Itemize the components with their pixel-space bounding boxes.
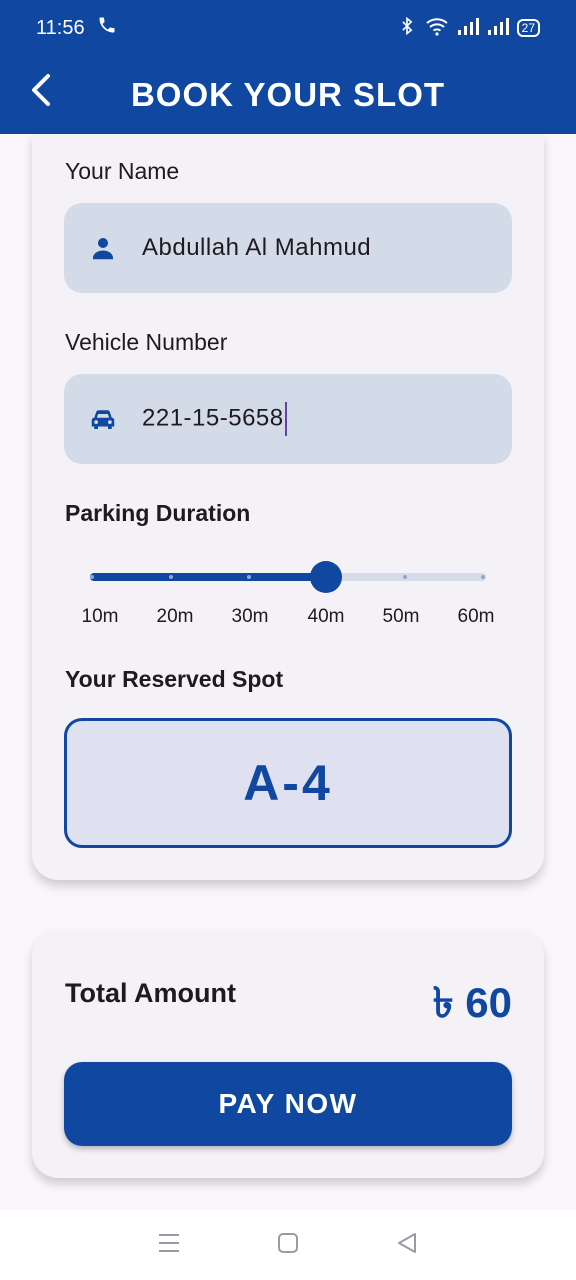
phone-icon [97,15,117,41]
duration-label: Parking Duration [65,500,251,526]
name-label: Your Name [65,158,180,184]
system-nav-bar [0,1210,576,1280]
vehicle-label: Vehicle Number [65,329,228,355]
status-time: 11:56 [36,16,85,39]
slider-tick [247,575,251,579]
duration-option-40m[interactable]: 40m [296,606,356,628]
pay-now-button[interactable]: PAY NOW [64,1062,512,1146]
status-bar: 11:56 27 [0,0,576,56]
signal-icon [487,17,509,40]
page-title: BOOK YOUR SLOT [130,76,446,113]
reserved-spot-label: Your Reserved Spot [65,666,284,692]
slider-tick [481,575,485,579]
status-left: 11:56 [36,15,117,41]
duration-option-30m[interactable]: 30m [220,606,280,628]
slider-thumb[interactable] [310,561,342,593]
menu-icon [157,1232,181,1259]
status-right: 27 [397,16,540,41]
person-icon [88,233,118,263]
battery-icon: 27 [516,19,540,37]
signal-icon [457,17,479,40]
triangle-back-icon [395,1231,419,1260]
bluetooth-icon [397,16,417,41]
total-amount-label: Total Amount [65,978,236,1008]
back-nav-button[interactable] [387,1225,427,1265]
text-cursor [284,402,287,436]
duration-option-20m[interactable]: 20m [145,606,205,628]
duration-option-10m[interactable]: 10m [70,606,130,628]
duration-option-50m[interactable]: 50m [371,606,431,628]
menu-nav-button[interactable] [149,1225,189,1265]
vehicle-value: 221-15-5658 [142,402,287,436]
duration-option-60m[interactable]: 60m [446,606,506,628]
reserved-spot-box: A-4 [64,718,512,848]
home-nav-button[interactable] [268,1225,308,1265]
home-square-icon [276,1231,300,1260]
slider-track-fill [90,573,326,581]
chevron-left-icon [26,72,54,113]
app-bar: BOOK YOUR SLOT [0,56,576,134]
slider-tick [403,575,407,579]
vehicle-number-field[interactable]: 221-15-5658 [64,374,512,464]
slider-tick [169,575,173,579]
car-icon [88,404,118,434]
duration-slider[interactable] [90,560,486,594]
total-amount-value: ৳ 60 [432,979,512,1026]
slider-tick [90,575,94,579]
name-value: Abdullah Al Mahmud [142,234,372,261]
name-field[interactable]: Abdullah Al Mahmud [64,203,512,293]
back-button[interactable] [18,70,62,114]
wifi-icon [425,16,449,41]
reserved-spot-value: A-4 [243,755,333,811]
